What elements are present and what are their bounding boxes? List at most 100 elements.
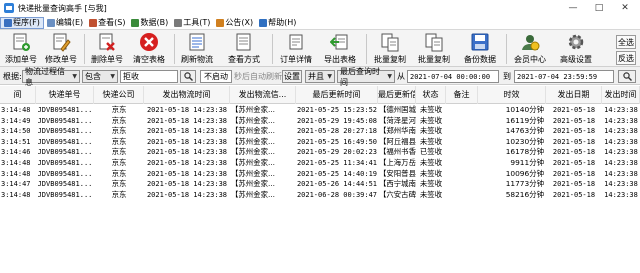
select-all-button[interactable]: 全选 <box>616 35 636 49</box>
menu-edit[interactable]: 编辑(E) <box>44 17 86 29</box>
cell-ship-date: 2021-05-18 <box>552 116 596 125</box>
cell-remark <box>446 126 478 137</box>
keyword-input[interactable]: 拒收 <box>120 70 178 83</box>
table-row[interactable]: 3:14:46 JDVB095481... 京东 2021-05-18 14:23:3… <box>0 147 640 158</box>
menu-program[interactable]: 程序(F) <box>0 16 44 29</box>
table-row[interactable]: 3:14:49 JDVB095481... 京东 2021-05-18 14:23:3… <box>0 116 640 127</box>
member-center-label: 会员中心 <box>514 55 546 64</box>
cell-last-update-time: 2021-05-28 20:27:18 <box>296 127 378 136</box>
menu-tools-label: 工具(T) <box>183 18 211 27</box>
menu-help[interactable]: 帮助(H) <box>256 17 299 29</box>
cell-last-update-info: 【菏泽星河... <box>379 115 416 125</box>
menu-data[interactable]: 数据(B) <box>128 17 171 29</box>
toolbar: 添加单号 修改单号 删除单号 清空表格 刷新物流 查看方式 订单详情 导出表格 … <box>0 29 640 67</box>
cell-ship-time: 2021-05-18 14:23:38 <box>146 180 228 189</box>
cell-duration: 10230分钟 <box>505 136 544 146</box>
advanced-settings-button[interactable]: 高级设置 <box>556 32 596 66</box>
edit-menu-icon <box>46 18 55 27</box>
menu-tools[interactable]: 工具(T) <box>171 17 213 29</box>
column-header-ship-info[interactable]: 发出物流信... <box>230 86 296 104</box>
notice-menu-icon <box>216 18 225 27</box>
cell-duration: 16178分钟 <box>505 147 544 157</box>
cell-ship-date: 2021-05-18 <box>552 169 596 178</box>
cell-last-update-info: 【六安古碑... <box>379 189 416 199</box>
menu-notice-label: 公告(X) <box>225 18 254 27</box>
search-button[interactable] <box>180 70 196 83</box>
delete-number-button[interactable]: 删除单号 <box>88 32 126 66</box>
column-header-ship-time[interactable]: 发出物流时间 <box>144 86 230 104</box>
cell-status: 未签收 <box>419 179 443 189</box>
column-header-ship-clock[interactable]: 发出时间 <box>602 86 640 104</box>
table-row[interactable]: 3:14:48 JDVB095481... 京东 2021-05-18 14:23:3… <box>0 190 640 201</box>
cell-status: 未签收 <box>419 126 443 136</box>
chevron-down-icon: ▼ <box>387 73 392 80</box>
batch-copy-button[interactable]: 批量复制 <box>370 32 410 66</box>
logic-select[interactable]: 并且 ▼ <box>305 70 335 83</box>
menu-notice[interactable]: 公告(X) <box>213 17 256 29</box>
cell-last-update-info: 【西宁城南... <box>379 179 416 189</box>
view-mode-button[interactable]: 查看方式 <box>224 32 264 66</box>
maximize-button[interactable]: □ <box>586 0 612 16</box>
cell-last-update-time: 2021-05-25 15:23:52 <box>296 106 378 114</box>
table-row[interactable]: 3:14:51 JDVB095481... 京东 2021-05-18 14:23:3… <box>0 137 640 148</box>
table-row[interactable]: 3:14:48 JDVB095481... 京东 2021-05-18 14:23:3… <box>0 169 640 180</box>
cell-ship-time: 2021-05-18 14:23:38 <box>146 137 228 146</box>
column-header-ship-date[interactable]: 发出日期 <box>546 86 602 104</box>
cell-remark <box>446 147 478 158</box>
field-select[interactable]: 物流过程信息 ▼ <box>22 67 80 87</box>
batch-copy-label-2: 批量复制 <box>418 55 450 64</box>
table-row[interactable]: 3:14:47 JDVB095481... 京东 2021-05-18 14:23:3… <box>0 179 640 190</box>
window-title: 快递批量查询高手 [与我] <box>18 3 107 13</box>
clear-table-label: 清空表格 <box>133 55 165 64</box>
program-menu-icon <box>4 18 12 27</box>
cell-time: 3:14:48 <box>1 159 31 167</box>
settings-icon <box>566 32 586 52</box>
menu-view[interactable]: 查看(S) <box>86 17 128 29</box>
toolbar-separator <box>366 34 367 64</box>
close-button[interactable]: ✕ <box>612 0 638 16</box>
refresh-logistics-label: 刷新物流 <box>181 55 213 64</box>
column-header-time[interactable]: 间 <box>0 86 36 104</box>
refresh-logistics-button[interactable]: 刷新物流 <box>178 32 216 66</box>
cell-duration: 16119分钟 <box>505 115 544 125</box>
cell-last-update-time: 2021-05-29 20:02:23 <box>296 148 378 157</box>
batch-copy-button-2[interactable]: 批量复制 <box>414 32 454 66</box>
clear-table-button[interactable]: 清空表格 <box>130 32 168 66</box>
table-row[interactable]: 3:14:50 JDVB095481... 京东 2021-05-18 14:23:3… <box>0 126 640 137</box>
to-datetime-input[interactable]: 2021-07-04 23:59:59 <box>514 70 614 83</box>
cell-status: 未签收 <box>419 189 443 199</box>
auto-refresh-toggle[interactable]: 不启动 <box>200 70 232 83</box>
minimize-button[interactable]: — <box>560 0 586 16</box>
invert-selection-button[interactable]: 反选 <box>616 51 636 65</box>
column-header-remark[interactable]: 备注 <box>446 86 478 104</box>
menu-program-label: 程序(F) <box>13 18 40 27</box>
cell-ship-time: 2021-05-18 14:23:38 <box>146 169 228 178</box>
column-header-last-update-info[interactable]: 最后更新信息 <box>378 86 416 104</box>
member-center-button[interactable]: 会员中心 <box>510 32 550 66</box>
order-detail-button[interactable]: 订单详情 <box>276 32 316 66</box>
add-number-button[interactable]: 添加单号 <box>2 32 40 66</box>
cell-ship-clock: 14:23:38 <box>604 106 638 114</box>
edit-number-button[interactable]: 修改单号 <box>42 32 80 66</box>
backup-data-button[interactable]: 备份数据 <box>460 32 500 66</box>
column-header-last-update-time[interactable]: 最后更新时间 <box>296 86 378 104</box>
export-table-icon <box>330 32 350 52</box>
column-header-tracking-number[interactable]: 快递单号 <box>36 86 94 104</box>
column-header-status[interactable]: 状态 <box>416 86 446 104</box>
date-search-button[interactable] <box>618 70 636 83</box>
cell-time: 3:14:48 <box>1 190 31 199</box>
search-icon <box>622 72 632 81</box>
cell-ship-time: 2021-05-18 14:23:38 <box>146 106 228 114</box>
mode-select[interactable]: 包含 ▼ <box>82 70 118 83</box>
auto-refresh-settings-button[interactable]: 设置 <box>282 70 302 83</box>
menu-help-label: 帮助(H) <box>268 18 297 27</box>
delete-document-icon <box>97 32 117 52</box>
from-datetime-input[interactable]: 2021-07-04 00:00:00 <box>407 70 499 83</box>
column-header-duration[interactable]: 时效 <box>478 86 546 104</box>
time-field-select[interactable]: 最后查询时间 ▼ <box>337 67 395 87</box>
table-row[interactable]: 3:14:48 JDVB095481... 京东 2021-05-18 14:23:3… <box>0 158 640 169</box>
column-header-courier[interactable]: 快递公司 <box>94 86 144 104</box>
export-table-button[interactable]: 导出表格 <box>320 32 360 66</box>
table-row[interactable]: 3:14:48 JDVB095481... 京东 2021-05-18 14:23:3… <box>0 105 640 116</box>
cell-tracking-number: JDVB095481... <box>37 106 93 114</box>
